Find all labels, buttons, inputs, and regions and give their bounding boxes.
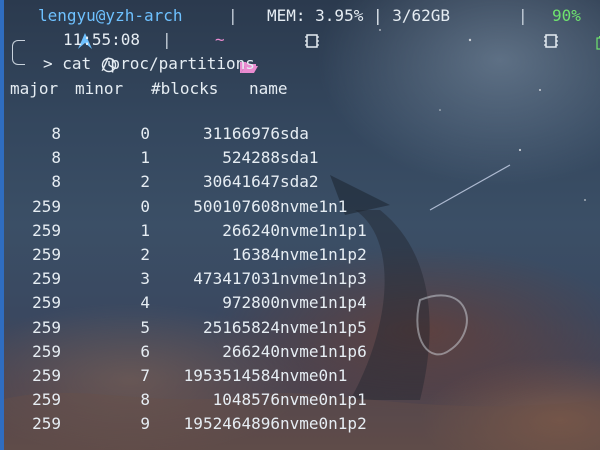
terminal-left-accent-bar (0, 0, 4, 450)
battery-level: 90% (552, 6, 581, 25)
header-major: major (10, 79, 59, 98)
partition-minor: 2 (140, 172, 150, 192)
partition-blocks: 473417031 (193, 269, 280, 289)
partition-name: nvme1n1p1 (280, 220, 367, 240)
partition-blocks: 500107608 (193, 196, 280, 216)
partitions-header: major minor #blocks name (10, 77, 600, 101)
partition-minor: 2 (140, 245, 150, 264)
partition-major: 259 (32, 293, 61, 313)
partition-blocks: 972800 (222, 293, 280, 313)
partition-name: nvme1n1p3 (280, 269, 367, 289)
partition-minor: 5 (140, 317, 150, 337)
partition-name: sda2 (280, 172, 319, 192)
partition-major: 259 (32, 245, 61, 264)
partition-name: nvme0n1 (280, 366, 348, 385)
separator-3: | (162, 30, 172, 49)
terminal-window[interactable]: lengyu@yzh-arch | MEM: 3.95% | 3/62GB | … (10, 0, 600, 450)
prompt-time-line: 11:55:08 | ~ (10, 28, 600, 73)
partition-major: 259 (32, 390, 61, 410)
prompt-status-line: lengyu@yzh-arch | MEM: 3.95% | 3/62GB | … (10, 4, 600, 50)
partition-major: 8 (51, 124, 61, 143)
partition-major: 8 (51, 172, 61, 192)
user-host: lengyu@yzh-arch (38, 6, 183, 25)
partition-name: nvme1n1p4 (280, 293, 367, 313)
partition-major: 259 (32, 269, 61, 289)
memory-usage: MEM: 3.95% | 3/62GB (267, 6, 451, 25)
prompt-time: 11:55:08 (63, 30, 141, 49)
partition-blocks: 266240 (222, 341, 280, 361)
partition-minor: 1 (140, 148, 150, 168)
partition-major: 259 (32, 196, 61, 216)
partition-minor: 3 (140, 269, 150, 289)
partition-name: sda (280, 124, 309, 143)
partition-minor: 0 (140, 124, 150, 143)
partition-blocks: 31166976 (202, 124, 280, 143)
partition-minor: 7 (140, 366, 150, 385)
partition-row: 259 7 1953514584 nvme0n1 (10, 364, 600, 388)
partition-row: 259 0 500107608 nvme1n1 (10, 195, 600, 219)
partition-name: nvme1n1 (280, 196, 348, 216)
header-name: name (249, 79, 288, 98)
partition-blocks: 266240 (222, 220, 280, 240)
partition-blocks: 524288 (222, 148, 280, 168)
partition-minor: 1 (140, 220, 150, 240)
header-blocks: #blocks (151, 79, 219, 98)
partition-name: nvme0n1p1 (280, 390, 367, 410)
partition-row: 259 3 473417031 nvme1n1p3 (10, 267, 600, 291)
partition-row: 259 4 972800 nvme1n1p4 (10, 291, 600, 315)
partition-major: 259 (32, 414, 61, 434)
partition-blocks: 30641647 (202, 172, 280, 192)
partition-minor: 9 (140, 414, 150, 434)
partition-name: nvme0n1p2 (280, 414, 367, 434)
partition-name: nvme1n1p6 (280, 341, 367, 361)
partition-major: 8 (51, 148, 61, 168)
partition-row: 8 2 30641647 sda2 (10, 170, 600, 194)
command-text: > cat /proc/partitions (43, 54, 255, 73)
current-directory: ~ (215, 30, 225, 49)
partition-minor: 0 (140, 196, 150, 216)
partition-row: 259 1 266240 nvme1n1p1 (10, 219, 600, 243)
partition-blocks: 16384 (231, 245, 280, 264)
partition-major: 259 (32, 366, 61, 385)
partition-name: nvme1n1p5 (280, 317, 367, 337)
partition-major: 259 (32, 341, 61, 361)
partition-blocks: 1048576 (212, 390, 280, 410)
prompt-corner-bottom (12, 52, 25, 65)
partition-blocks: 25165824 (202, 317, 280, 337)
partition-name: nvme1n1p2 (280, 245, 367, 264)
separator: | (228, 6, 238, 25)
partition-row: 8 0 31166976 sda (10, 122, 600, 146)
partition-blocks: 1952464896 (183, 414, 280, 434)
partition-minor: 6 (140, 341, 150, 361)
partition-major: 259 (32, 317, 61, 337)
separator-2: | (518, 6, 528, 25)
partition-row: 259 9 1952464896 nvme0n1p2 (10, 412, 600, 436)
partition-row: 259 2 16384 nvme1n1p2 (10, 243, 600, 267)
partition-row: 259 5 25165824 nvme1n1p5 (10, 316, 600, 340)
partition-minor: 4 (140, 293, 150, 313)
partition-row: 8 1 524288 sda1 (10, 146, 600, 170)
command-line[interactable]: > cat /proc/partitions (10, 52, 600, 76)
partition-row: 259 6 266240 nvme1n1p6 (10, 340, 600, 364)
partition-minor: 8 (140, 390, 150, 410)
partition-row: 259 8 1048576 nvme0n1p1 (10, 388, 600, 412)
header-minor: minor (75, 79, 124, 98)
partition-major: 259 (32, 220, 61, 240)
partition-name: sda1 (280, 148, 319, 168)
partition-blocks: 1953514584 (183, 366, 280, 385)
